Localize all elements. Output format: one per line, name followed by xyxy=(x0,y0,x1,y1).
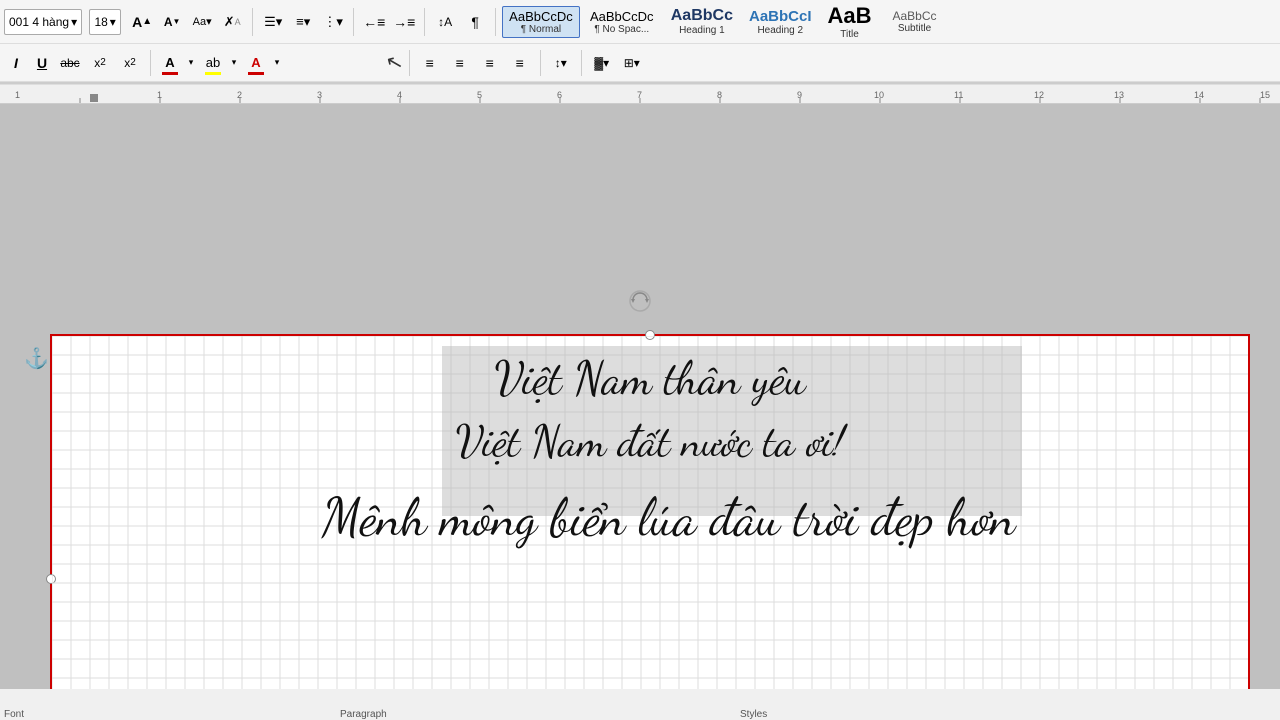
font-name-chevron: ▾ xyxy=(71,15,77,29)
heading1-label: Heading 1 xyxy=(679,25,725,36)
text-line-2-content: Việt Nam đất nước ta ơi! xyxy=(456,416,845,468)
text-box[interactable]: ⚓ Việt Nam thân yêu Việt Nam đất nước ta… xyxy=(50,334,1250,689)
superscript-button[interactable]: x2 xyxy=(116,49,144,77)
shading-button[interactable]: ▓▾ xyxy=(588,49,616,77)
clear-format-button[interactable]: ✗A xyxy=(218,8,246,36)
heading1-style-btn[interactable]: AaBbCc Heading 1 xyxy=(664,4,740,39)
svg-text:10: 10 xyxy=(874,90,884,100)
text-line-3-content: Mênh mông biển lúa đâu trời đẹp hơn xyxy=(322,486,1015,549)
title-label: Title xyxy=(840,29,859,40)
separator3 xyxy=(424,8,425,36)
font-section-label: Font xyxy=(4,709,24,720)
rotate-handle[interactable] xyxy=(628,289,652,313)
borders-button[interactable]: ⊞▾ xyxy=(618,49,646,77)
toolbar-row1: 001 4 hàng ▾ 18 ▾ A▲ A▼ Aa▾ ✗A ☰▾ ≡▾ ⋮▾ … xyxy=(0,0,1280,44)
underline-button[interactable]: U xyxy=(30,49,54,77)
font-size-value: 18 xyxy=(94,15,107,29)
font-size-dropdown[interactable]: 18 ▾ xyxy=(89,9,120,35)
change-case-button[interactable]: Aa▾ xyxy=(188,8,216,36)
font-color2-dropdown-button[interactable]: ▾ xyxy=(270,49,284,77)
align-center-button[interactable]: ≡ xyxy=(446,49,474,77)
separator8 xyxy=(581,50,582,76)
text-line-1-content: Việt Nam thân yêu xyxy=(494,351,805,406)
font-color2-indicator xyxy=(248,72,264,75)
show-marks-button[interactable]: ¶ xyxy=(461,8,489,36)
font-color-indicator xyxy=(162,72,178,75)
align-justify-button[interactable]: ≡ xyxy=(506,49,534,77)
svg-text:15: 15 xyxy=(1260,90,1270,100)
text-line-1[interactable]: Việt Nam thân yêu xyxy=(52,351,1248,406)
text-line-2[interactable]: Việt Nam đất nước ta ơi! xyxy=(52,416,1248,468)
font-color-button[interactable]: A xyxy=(157,50,183,76)
highlight-button[interactable]: ab xyxy=(200,50,226,76)
toolbar: 001 4 hàng ▾ 18 ▾ A▲ A▼ Aa▾ ✗A ☰▾ ≡▾ ⋮▾ … xyxy=(0,0,1280,84)
heading2-label: Heading 2 xyxy=(757,25,803,36)
ruler-svg: 1 1 2 3 4 5 6 7 8 9 10 11 12 13 14 15 xyxy=(0,84,1280,103)
font-color-dropdown-button[interactable]: ▾ xyxy=(184,49,198,77)
italic-button[interactable]: I xyxy=(4,49,28,77)
separator7 xyxy=(540,50,541,76)
font-grow-button[interactable]: A▲ xyxy=(128,8,156,36)
highlight-dropdown-button[interactable]: ▾ xyxy=(227,49,241,77)
no-spacing-style-btn[interactable]: AaBbCcDc ¶ No Spac... xyxy=(582,6,662,38)
numbered-list-button[interactable]: ≡▾ xyxy=(289,8,317,36)
highlight-color-group: ab ▾ xyxy=(200,49,241,77)
subscript-button[interactable]: x2 xyxy=(86,49,114,77)
paragraph-section-label: Paragraph xyxy=(340,709,387,720)
font-color2-button[interactable]: A xyxy=(243,50,269,76)
document-area: ⚓ Việt Nam thân yêu Việt Nam đất nước ta… xyxy=(0,104,1280,689)
cursor-indicator: ↖ xyxy=(383,48,406,76)
no-spacing-preview: AaBbCcDc xyxy=(590,9,654,24)
separator5 xyxy=(150,50,151,76)
text-box-grid: Việt Nam thân yêu Việt Nam đất nước ta ơ… xyxy=(52,336,1248,689)
heading2-style-btn[interactable]: AaBbCcI Heading 2 xyxy=(742,5,819,39)
subtitle-label: Subtitle xyxy=(898,23,931,34)
normal-style-btn[interactable]: AaBbCcDc ¶ Normal xyxy=(502,6,580,38)
text-line-3[interactable]: Mênh mông biển lúa đâu trời đẹp hơn xyxy=(52,486,1248,549)
separator1 xyxy=(252,8,253,36)
sort-button[interactable]: ↕A xyxy=(431,8,459,36)
svg-text:14: 14 xyxy=(1194,90,1204,100)
title-preview: AaB xyxy=(828,3,872,29)
increase-indent-button[interactable]: →≡ xyxy=(390,8,418,36)
no-spacing-label: ¶ No Spac... xyxy=(594,24,649,35)
svg-text:11: 11 xyxy=(954,90,963,100)
svg-text:13: 13 xyxy=(1114,90,1124,100)
strikethrough-button[interactable]: abc xyxy=(56,49,84,77)
subtitle-style-btn[interactable]: AaBbCc Subtitle xyxy=(881,6,949,37)
line-spacing-button[interactable]: ↕▾ xyxy=(547,49,575,77)
subtitle-preview: AaBbCc xyxy=(893,9,937,23)
svg-text:12: 12 xyxy=(1034,90,1044,100)
font-color-group: A ▾ xyxy=(157,49,198,77)
bullet-list-button[interactable]: ☰▾ xyxy=(259,8,287,36)
separator2 xyxy=(353,8,354,36)
highlight-color-indicator xyxy=(205,72,221,75)
heading2-preview: AaBbCcI xyxy=(749,8,812,25)
decrease-indent-button[interactable]: ←≡ xyxy=(360,8,388,36)
svg-text:1: 1 xyxy=(15,90,20,100)
anchor-icon: ⚓ xyxy=(24,346,49,371)
styles-section-label: Styles xyxy=(740,709,767,720)
font-name-value: 001 4 hàng xyxy=(9,15,69,29)
align-left-button[interactable]: ≡ xyxy=(416,49,444,77)
normal-label: ¶ Normal xyxy=(521,24,561,35)
font-name-dropdown[interactable]: 001 4 hàng ▾ xyxy=(4,9,82,35)
normal-preview: AaBbCcDc xyxy=(509,9,573,24)
font-size-chevron: ▾ xyxy=(110,15,116,29)
ruler: 1 1 2 3 4 5 6 7 8 9 10 11 12 13 14 15 xyxy=(0,84,1280,104)
separator4 xyxy=(495,8,496,36)
toolbar-row2: I U abc x2 x2 A ▾ ab ▾ A xyxy=(0,44,1280,82)
heading1-preview: AaBbCc xyxy=(671,7,733,25)
separator6 xyxy=(409,50,410,76)
font-color2-group: A ▾ xyxy=(243,49,284,77)
font-shrink-button[interactable]: A▼ xyxy=(158,8,186,36)
title-style-btn[interactable]: AaB Title xyxy=(821,0,879,43)
multilevel-list-button[interactable]: ⋮▾ xyxy=(319,8,347,36)
align-right-button[interactable]: ≡ xyxy=(476,49,504,77)
